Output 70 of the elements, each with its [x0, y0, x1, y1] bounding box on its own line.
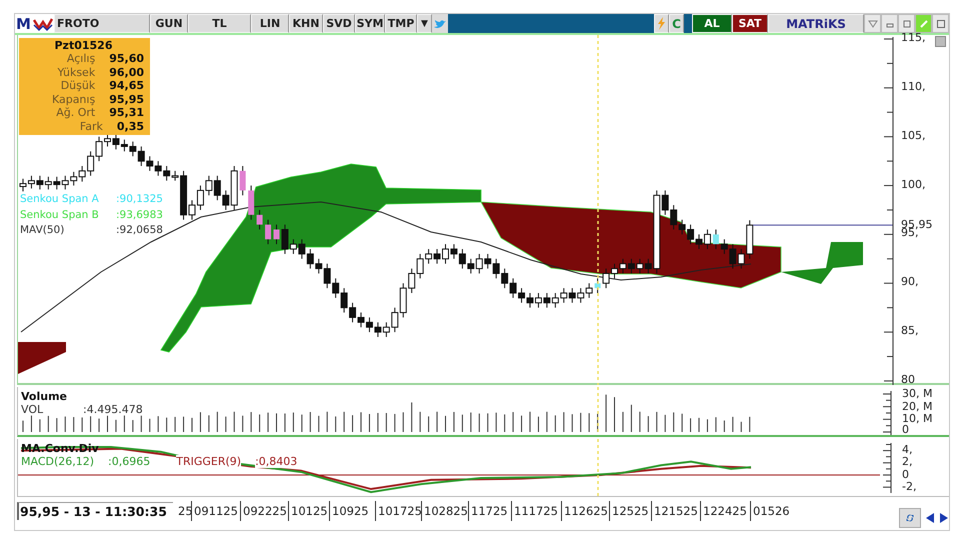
axis-label: 0 — [902, 468, 909, 481]
axis-label: 115, — [901, 32, 926, 44]
buy-button[interactable]: AL — [692, 14, 732, 33]
info-label: Ağ. Ort — [55, 106, 96, 120]
pane-title: Volume — [21, 390, 67, 403]
symbol-field[interactable]: FROTO — [54, 14, 150, 33]
legend-value: :4.495.478 — [83, 402, 143, 416]
legend-label: Senkou Span A — [20, 192, 100, 207]
legend-label: MAV(50) — [20, 223, 66, 238]
axis-label: 10, M — [902, 413, 932, 426]
legend-label: VOL — [21, 402, 44, 416]
legend-label: MACD(26,12) — [21, 454, 94, 468]
legend-value: :93,6983 — [116, 208, 163, 222]
sell-button[interactable]: SAT — [732, 14, 768, 33]
axis-label: 80 — [901, 374, 915, 386]
date-label: 112625 — [564, 504, 608, 518]
info-value: 96,00 — [109, 66, 144, 79]
toolbar-button[interactable]: TL — [188, 14, 251, 33]
toolbar-button[interactable]: TMP — [385, 14, 417, 33]
date-label: 092225 — [243, 504, 287, 518]
axis-label: 4, — [902, 444, 912, 456]
info-value: 0,35 — [116, 120, 144, 133]
date-label: 111725 — [514, 504, 558, 518]
axis-label: -2, — [902, 480, 916, 493]
legend-value: :92,0658 — [116, 223, 163, 238]
toolbar-button[interactable]: SYM — [355, 14, 385, 33]
date-label: 091125 — [194, 504, 238, 518]
axis-label: 30, M — [902, 388, 932, 400]
date-label: 121525 — [654, 504, 698, 518]
legend-value: :0,6965 — [108, 454, 150, 468]
legend-value: :90,1325 — [116, 192, 163, 207]
date-label: 12525 — [612, 504, 649, 518]
axis-label: 85, — [901, 325, 918, 338]
date-label: 10125 — [291, 504, 328, 518]
info-label: Kapanış — [50, 92, 96, 106]
date-label: 102825 — [424, 504, 468, 518]
readout-field: 95,95 - 13 - 11:30:35 — [17, 502, 173, 520]
axis-label: 100, — [901, 178, 926, 191]
axis-label: 20, M — [902, 400, 932, 412]
axis-label: 105, — [901, 130, 926, 142]
info-label: Açılış — [66, 52, 96, 66]
info-title: Pzt01526 — [54, 39, 114, 52]
info-value: 95,95 — [109, 92, 144, 106]
toolbar-button[interactable]: KHN — [289, 14, 323, 33]
legend-label: Senkou Span B — [20, 208, 100, 222]
date-label: 11725 — [471, 504, 508, 518]
date-label: 101725 — [378, 504, 422, 518]
info-value: 94,65 — [109, 79, 144, 92]
brand-logo: MATRiKS — [768, 14, 864, 33]
toolbar-button[interactable]: GUN — [150, 14, 188, 33]
info-label: Düşük — [60, 79, 96, 92]
pane-title: MA.Conv.Div — [21, 442, 99, 455]
date-label: 25 — [178, 504, 193, 518]
info-value: 95,60 — [109, 52, 144, 66]
logo: M — [15, 14, 32, 33]
legend-value: :0,8403 — [255, 454, 298, 468]
info-label: Fark — [78, 120, 104, 133]
info-value: 95,31 — [109, 106, 144, 120]
axis-label: 2, — [902, 456, 912, 468]
toolbar-button[interactable]: LIN — [251, 14, 289, 33]
info-label: Yüksek — [56, 66, 96, 79]
axis-label: 0 — [902, 424, 909, 436]
dropdown-button[interactable]: ▼ — [417, 14, 432, 33]
date-label: 10925 — [332, 504, 369, 518]
axis-label: 110, — [901, 80, 926, 93]
toolbar-button[interactable]: SVD — [323, 14, 355, 33]
date-label: 01526 — [753, 504, 790, 518]
date-label: 122425 — [703, 504, 747, 518]
legend-label: TRIGGER(9) — [176, 454, 242, 468]
axis-label: 90, — [901, 276, 918, 288]
